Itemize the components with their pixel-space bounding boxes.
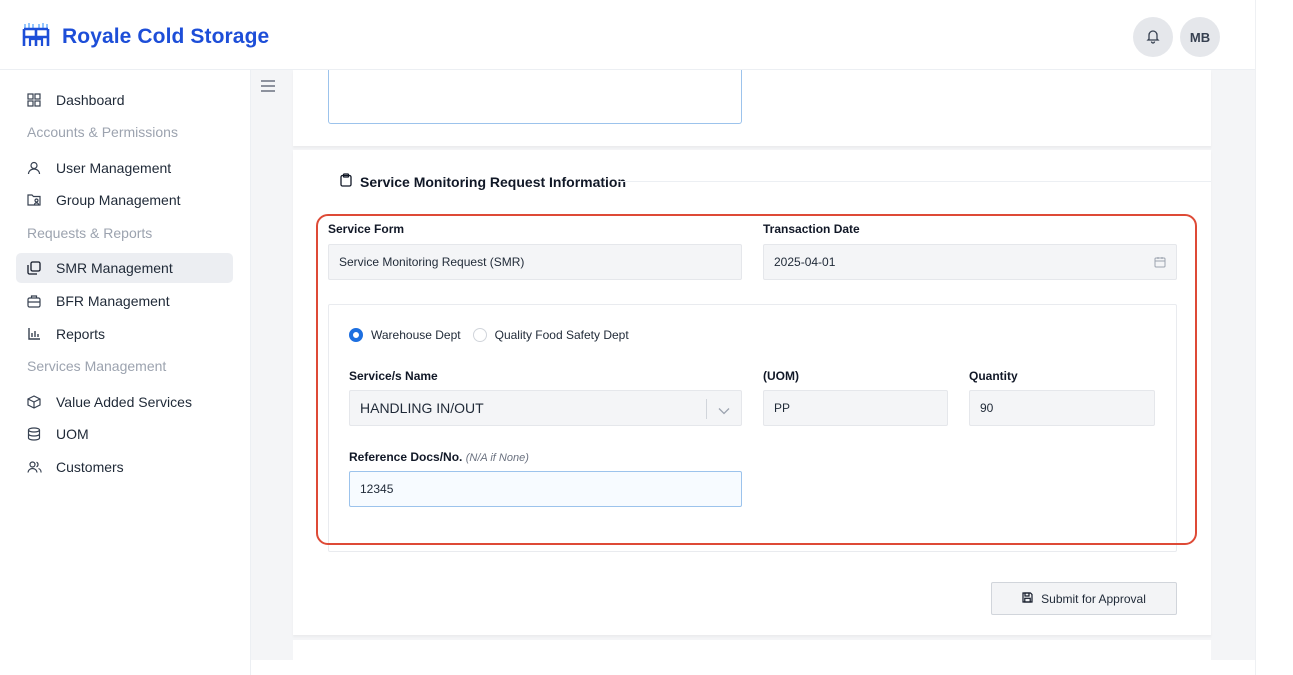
- service-name-select[interactable]: HANDLING IN/OUT: [349, 390, 742, 426]
- section-divider: [618, 181, 1211, 182]
- copy-icon: [26, 260, 42, 276]
- box-icon: [26, 394, 42, 410]
- notes-card: [293, 70, 1211, 146]
- transaction-date-input[interactable]: 2025-04-01: [763, 244, 1177, 280]
- sidebar-item-dashboard[interactable]: Dashboard: [16, 85, 233, 115]
- bell-icon: [1145, 28, 1161, 47]
- right-scroll-area: [1255, 0, 1293, 675]
- quantity-input[interactable]: 90: [969, 390, 1155, 426]
- reference-docs-hint: (N/A if None): [465, 452, 529, 464]
- calendar-icon[interactable]: [1154, 256, 1166, 271]
- select-separator: [706, 399, 707, 419]
- bar-chart-icon: [26, 326, 42, 342]
- department-radio-group: Warehouse Dept Quality Food Safety Dept: [349, 328, 629, 342]
- sidebar-item-uom[interactable]: UOM: [16, 419, 233, 449]
- brand[interactable]: Royale Cold Storage: [22, 20, 269, 53]
- radio-label-quality[interactable]: Quality Food Safety Dept: [495, 328, 629, 342]
- user-icon: [26, 160, 42, 176]
- reference-docs-input[interactable]: 12345: [349, 471, 742, 507]
- radio-label-warehouse[interactable]: Warehouse Dept: [371, 328, 461, 342]
- logo-icon: [22, 20, 50, 53]
- sidebar-item-label: Group Management: [56, 192, 181, 208]
- sidebar-item-label: Customers: [56, 459, 124, 475]
- menu-toggle-button[interactable]: [259, 79, 277, 98]
- avatar[interactable]: MB: [1180, 17, 1220, 57]
- sidebar-item-value-added-services[interactable]: Value Added Services: [16, 387, 233, 417]
- app-title: Royale Cold Storage: [62, 24, 270, 48]
- chevron-down-icon[interactable]: [718, 404, 730, 418]
- top-header: Royale Cold Storage MB: [0, 0, 1255, 70]
- database-icon: [26, 426, 42, 442]
- service-form-label: Service Form: [328, 222, 405, 236]
- transaction-date-label: Transaction Date: [763, 222, 860, 236]
- remarks-textarea[interactable]: [328, 70, 742, 124]
- section-services-management: Services Management: [27, 358, 167, 374]
- sidebar-item-reports[interactable]: Reports: [16, 319, 233, 349]
- sidebar-item-group-management[interactable]: Group Management: [16, 185, 233, 215]
- uom-label: (UOM): [763, 369, 799, 383]
- section-requests-reports: Requests & Reports: [27, 225, 153, 241]
- sidebar-item-label: UOM: [56, 426, 89, 442]
- group-icon: [26, 192, 42, 208]
- sidebar-item-label: Reports: [56, 326, 106, 342]
- sidebar-item-label: SMR Management: [56, 260, 173, 276]
- users-icon: [26, 459, 42, 475]
- sidebar-item-smr-management[interactable]: SMR Management: [16, 253, 233, 283]
- uom-field[interactable]: PP: [763, 390, 948, 426]
- save-icon: [1022, 591, 1033, 606]
- sidebar-item-label: Value Added Services: [56, 394, 192, 410]
- briefcase-icon: [26, 293, 42, 309]
- section-title: Service Monitoring Request Information: [340, 173, 626, 190]
- next-card: [293, 640, 1211, 660]
- sidebar-item-label: Dashboard: [56, 92, 125, 108]
- sidebar-item-user-management[interactable]: User Management: [16, 153, 233, 183]
- section-accounts-permissions: Accounts & Permissions: [27, 124, 178, 140]
- radio-quality-food-safety-dept[interactable]: [472, 328, 487, 342]
- reference-docs-label: Reference Docs/No. (N/A if None): [349, 450, 529, 464]
- notification-button[interactable]: [1133, 17, 1173, 57]
- hamburger-icon: [259, 80, 277, 97]
- radio-warehouse-dept[interactable]: [349, 328, 363, 342]
- sidebar-item-label: User Management: [56, 160, 172, 176]
- quantity-label: Quantity: [969, 369, 1018, 383]
- submit-for-approval-button[interactable]: Submit for Approval: [991, 582, 1177, 615]
- service-form-field[interactable]: Service Monitoring Request (SMR): [328, 244, 742, 280]
- sidebar-item-bfr-management[interactable]: BFR Management: [16, 286, 233, 316]
- sidebar-item-customers[interactable]: Customers: [16, 452, 233, 482]
- service-name-label: Service/s Name: [349, 369, 438, 383]
- sidebar-item-label: BFR Management: [56, 293, 170, 309]
- clipboard-icon: [340, 173, 352, 190]
- dashboard-icon: [26, 92, 42, 108]
